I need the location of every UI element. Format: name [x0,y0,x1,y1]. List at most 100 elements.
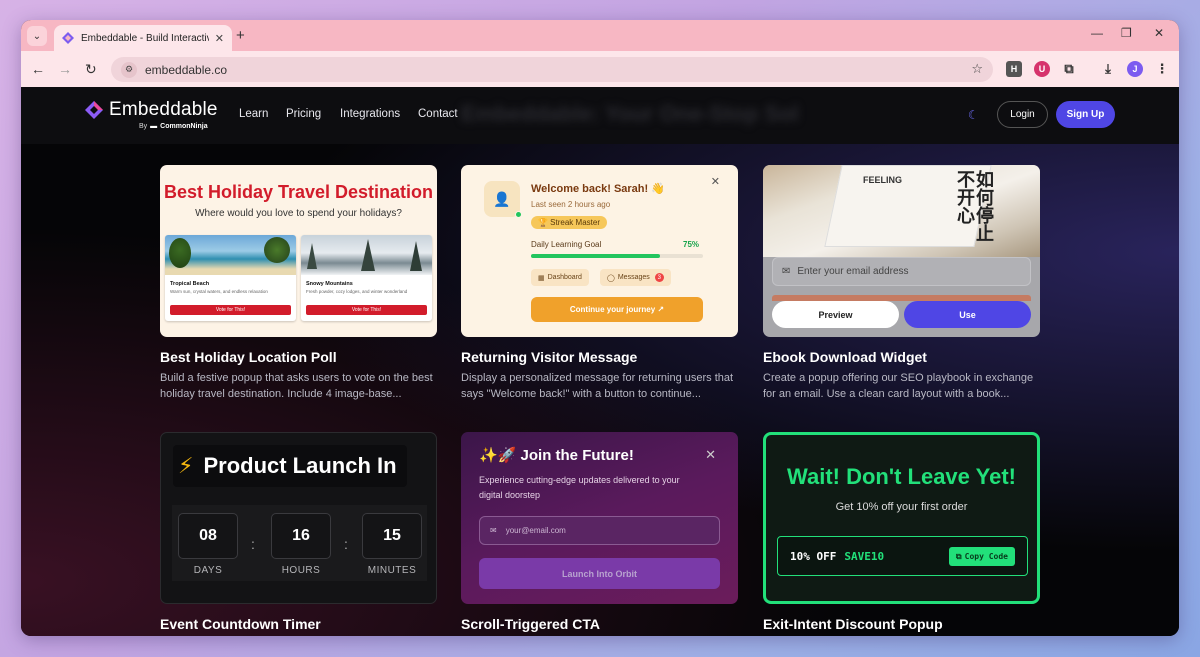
tab-search-button[interactable]: ⌄ [27,26,47,46]
card-scroll-cta[interactable]: ✨🚀 Join the Future! ✕ Experience cutting… [461,432,738,632]
snowy-mountain-image [301,235,432,275]
commonninja-logo-icon: ▬ [150,123,158,130]
site-header: Embeddable By ▬ CommonNinja Learn Pricin… [21,87,1179,144]
card-title[interactable]: Ebook Download Widget [763,349,1040,365]
dashboard-chip[interactable]: ▦ Dashboard [531,269,589,286]
option-name: Tropical Beach [170,281,210,287]
email-input[interactable]: ✉ your@email.com [479,516,720,545]
countdown-days: 08 DAYS [178,513,238,576]
shield-extension-icon[interactable]: U [1034,61,1050,77]
nav-integrations[interactable]: Integrations [340,108,400,120]
cta-subheading: Experience cutting-edge updates delivere… [479,475,680,500]
countdown-row: 08 DAYS : 16 HOURS : 15 MINUTES [172,505,427,581]
goal-percent: 75% [683,240,700,249]
vote-button[interactable]: Vote for This! [306,305,427,315]
email-input[interactable]: ✉ Enter your email address [772,257,1031,286]
option-desc: Warm sun, crystal waters, and endless re… [170,289,268,294]
signup-button[interactable]: Sign Up [1056,101,1115,128]
restore-icon[interactable]: ❐ [1121,26,1132,40]
countdown-hours: 16 HOURS [271,513,331,576]
mail-icon: ✉ [782,266,791,277]
continue-journey-button[interactable]: Continue your journey ↗ [531,297,703,322]
grid-icon: ▦ [538,274,545,282]
email-placeholder: your@email.com [505,526,566,535]
nav-learn[interactable]: Learn [239,108,268,120]
streak-badge: 🏆 Streak Master [531,216,607,229]
moon-icon[interactable]: ☾ [968,108,979,122]
browser-window: ⌄ Embeddable - Build Interactive ✕ + — ❐… [21,20,1179,636]
profile-avatar[interactable]: J [1127,61,1143,77]
download-icon[interactable]: ⤓ [1100,61,1116,77]
site-logo[interactable]: Embeddable [85,99,218,121]
login-button[interactable]: Login [997,101,1048,128]
hours-value: 16 [271,513,331,559]
card-preview[interactable]: Wait! Don't Leave Yet! Get 10% off your … [763,432,1040,604]
discount-off: 10% OFF [790,549,837,563]
last-seen-text: Last seen 2 hours ago [531,200,611,209]
embeddable-favicon-icon [62,32,74,44]
use-button[interactable]: Use [904,301,1031,328]
nav-contact[interactable]: Contact [418,108,458,120]
online-status-icon [515,211,522,218]
card-returning-visitor[interactable]: 👤 Welcome back! Sarah! 👋 Last seen 2 hou… [461,165,738,402]
card-preview[interactable]: Best Holiday Travel Destination Where wo… [160,165,437,337]
copy-code-button[interactable]: ⧉ Copy Code [948,547,1015,566]
option-desc: Fresh powder, cozy lodges, and winter wo… [306,289,408,294]
minutes-label: MINUTES [367,565,417,576]
back-arrow-icon[interactable]: ← [31,61,45,77]
exit-subheading: Get 10% off your first order [835,501,968,513]
reload-icon[interactable]: ↻ [85,61,97,78]
card-title[interactable]: Event Countdown Timer [160,616,437,632]
vote-button[interactable]: Vote for This! [170,305,291,315]
forward-arrow-icon[interactable]: → [58,61,72,77]
tab-title: Embeddable - Build Interactive [81,32,209,44]
new-tab-icon[interactable]: + [236,27,245,44]
card-preview[interactable]: ✨🚀 Join the Future! ✕ Experience cutting… [461,432,738,604]
minimize-icon[interactable]: — [1091,26,1103,40]
hours-label: HOURS [281,565,321,576]
card-title[interactable]: Best Holiday Location Poll [160,349,437,365]
card-preview[interactable]: FEELING 如何停止不开心 ✉ Enter your email addres… [763,165,1040,337]
goal-progress-fill [531,254,660,258]
card-title[interactable]: Scroll-Triggered CTA [461,616,738,632]
card-exit-intent[interactable]: Wait! Don't Leave Yet! Get 10% off your … [763,432,1040,632]
address-bar[interactable]: ⚙ embeddable.co ☆ [111,57,993,82]
card-holiday-poll[interactable]: Best Holiday Travel Destination Where wo… [160,165,437,402]
close-icon[interactable]: ✕ [705,447,716,463]
card-description: Display a personalized message for retur… [461,372,734,400]
card-preview[interactable]: 👤 Welcome back! Sarah! 👋 Last seen 2 hou… [461,165,738,337]
puzzle-extensions-icon[interactable]: ⧉ [1061,61,1077,77]
byline: By ▬ CommonNinja [139,123,208,130]
card-title[interactable]: Exit-Intent Discount Popup [763,616,1040,632]
mail-icon: ✉ [490,526,497,535]
goal-label: Daily Learning Goal [531,240,602,249]
more-menu-icon[interactable]: ⋮ [1154,61,1170,77]
bookmark-star-icon[interactable]: ☆ [971,61,983,77]
copy-label: Copy Code [964,552,1008,561]
card-countdown-timer[interactable]: ⚡ Product Launch In 08 DAYS : 16 HOURS : 15… [160,432,437,632]
nav-pricing[interactable]: Pricing [286,108,321,120]
card-preview[interactable]: ⚡ Product Launch In 08 DAYS : 16 HOURS : 15… [160,432,437,604]
card-ebook-download[interactable]: FEELING 如何停止不开心 ✉ Enter your email addres… [763,165,1040,402]
days-value: 08 [178,513,238,559]
close-icon[interactable]: ✕ [711,175,720,188]
card-title[interactable]: Returning Visitor Message [461,349,738,365]
goal-progress-bar [531,254,703,258]
separator: : [344,536,348,552]
extension-h-icon[interactable]: H [1006,61,1022,77]
preview-button[interactable]: Preview [772,301,899,328]
brand-name: Embeddable [109,99,218,120]
browser-tab-active[interactable]: Embeddable - Build Interactive ✕ [54,25,232,51]
url-text: embeddable.co [145,62,228,77]
minutes-value: 15 [362,513,422,559]
by-brand: CommonNinja [160,123,208,130]
web-page: Embeddable By ▬ CommonNinja Learn Pricin… [21,87,1179,636]
launch-button[interactable]: Launch Into Orbit [479,558,720,589]
close-tab-icon[interactable]: ✕ [215,32,224,45]
close-window-icon[interactable]: ✕ [1154,26,1164,40]
embeddable-logo-icon [85,101,103,119]
message-count-badge: 3 [654,273,664,282]
book-english-title: FEELING [863,175,903,185]
messages-chip[interactable]: ◯ Messages 3 [600,269,671,286]
site-info-icon[interactable]: ⚙ [121,61,137,78]
